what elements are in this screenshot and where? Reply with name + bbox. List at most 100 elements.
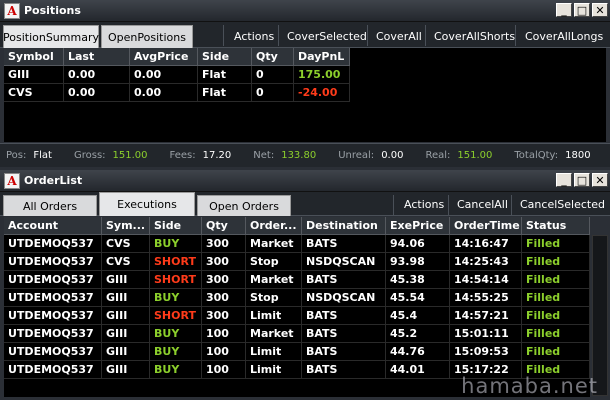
table-row-status[interactable]: Filled bbox=[522, 343, 590, 361]
table-row-side[interactable]: BUY bbox=[150, 343, 202, 361]
table-row-symbol[interactable]: CVS bbox=[4, 84, 64, 102]
cover-selected-button[interactable]: CoverSelected bbox=[287, 25, 367, 47]
close-icon[interactable]: ✕ bbox=[592, 173, 608, 187]
table-row-side[interactable]: SHORT bbox=[150, 271, 202, 289]
tab-all-orders[interactable]: All Orders bbox=[3, 195, 97, 216]
col-qty-header[interactable]: Qty bbox=[202, 217, 246, 235]
minimize-icon[interactable]: _ bbox=[556, 173, 572, 187]
table-row-qty[interactable]: 300 bbox=[202, 289, 246, 307]
table-row-exeprice[interactable]: 44.01 bbox=[386, 361, 450, 379]
table-row-account[interactable]: UTDEMOQ537 bbox=[4, 361, 102, 379]
table-row-exeprice[interactable]: 94.06 bbox=[386, 235, 450, 253]
table-row-ordertime[interactable]: 14:16:47 bbox=[450, 235, 522, 253]
tab-position-summary[interactable]: PositionSummary bbox=[3, 25, 99, 48]
table-row-symbol[interactable]: GIII bbox=[102, 271, 150, 289]
table-row-last[interactable]: 0.00 bbox=[64, 84, 130, 102]
table-row-ordertype[interactable]: Limit bbox=[246, 343, 302, 361]
table-row-side[interactable]: Flat bbox=[198, 66, 252, 84]
table-row-destination[interactable]: BATS bbox=[302, 271, 386, 289]
col-qty-header[interactable]: Qty bbox=[252, 48, 294, 66]
table-row-ordertime[interactable]: 14:55:25 bbox=[450, 289, 522, 307]
table-row-qty[interactable]: 0 bbox=[252, 66, 294, 84]
cover-all-longs-button[interactable]: CoverAllLongs bbox=[525, 25, 603, 47]
table-row-symbol[interactable]: CVS bbox=[102, 235, 150, 253]
table-row-symbol[interactable]: GIII bbox=[102, 361, 150, 379]
table-row-account[interactable]: UTDEMOQ537 bbox=[4, 307, 102, 325]
table-row-account[interactable]: UTDEMOQ537 bbox=[4, 253, 102, 271]
table-row-avgprice[interactable]: 0.00 bbox=[130, 84, 198, 102]
table-row-exeprice[interactable]: 93.98 bbox=[386, 253, 450, 271]
table-row-side[interactable]: BUY bbox=[150, 325, 202, 343]
positions-titlebar[interactable]: A Positions _ □ ✕ bbox=[0, 0, 610, 22]
col-ordertype-header[interactable]: Order... bbox=[246, 217, 302, 235]
table-row-status[interactable]: Filled bbox=[522, 271, 590, 289]
table-row-ordertime[interactable]: 15:01:11 bbox=[450, 325, 522, 343]
maximize-icon[interactable]: □ bbox=[574, 3, 590, 17]
table-row-side[interactable]: Flat bbox=[198, 84, 252, 102]
col-daypnl-header[interactable]: DayPnL bbox=[294, 48, 350, 66]
table-row-account[interactable]: UTDEMOQ537 bbox=[4, 343, 102, 361]
table-row-destination[interactable]: BATS bbox=[302, 343, 386, 361]
table-row-account[interactable]: UTDEMOQ537 bbox=[4, 325, 102, 343]
table-row-ordertime[interactable]: 14:54:14 bbox=[450, 271, 522, 289]
col-status-header[interactable]: Status bbox=[522, 217, 590, 235]
table-row-side[interactable]: SHORT bbox=[150, 253, 202, 271]
table-row-qty[interactable]: 300 bbox=[202, 271, 246, 289]
table-row-side[interactable]: BUY bbox=[150, 361, 202, 379]
table-row-status[interactable]: Filled bbox=[522, 289, 590, 307]
tab-open-orders[interactable]: Open Orders bbox=[197, 195, 291, 216]
cancel-selected-button[interactable]: CancelSelected bbox=[520, 193, 605, 215]
table-row-qty[interactable]: 0 bbox=[252, 84, 294, 102]
cover-all-button[interactable]: CoverAll bbox=[376, 25, 422, 47]
table-row-symbol[interactable]: GIII bbox=[102, 343, 150, 361]
table-row-ordertype[interactable]: Market bbox=[246, 325, 302, 343]
col-side-header[interactable]: Side bbox=[198, 48, 252, 66]
table-row-qty[interactable]: 300 bbox=[202, 253, 246, 271]
orders-scrollbar[interactable] bbox=[592, 235, 608, 396]
close-icon[interactable]: ✕ bbox=[592, 3, 608, 17]
table-row-destination[interactable]: NSDQSCAN bbox=[302, 289, 386, 307]
minimize-icon[interactable]: _ bbox=[556, 3, 572, 17]
table-row-ordertype[interactable]: Limit bbox=[246, 361, 302, 379]
table-row-symbol[interactable]: GIII bbox=[4, 66, 64, 84]
table-row-last[interactable]: 0.00 bbox=[64, 66, 130, 84]
table-row-account[interactable]: UTDEMOQ537 bbox=[4, 271, 102, 289]
table-row-status[interactable]: Filled bbox=[522, 235, 590, 253]
table-row-destination[interactable]: BATS bbox=[302, 235, 386, 253]
table-row-symbol[interactable]: GIII bbox=[102, 289, 150, 307]
col-symbol-header[interactable]: Sym... bbox=[102, 217, 150, 235]
maximize-icon[interactable]: □ bbox=[574, 173, 590, 187]
cover-all-shorts-button[interactable]: CoverAllShorts bbox=[434, 25, 515, 47]
orderlist-titlebar[interactable]: A OrderList _ □ ✕ bbox=[0, 170, 610, 192]
col-symbol-header[interactable]: Symbol bbox=[4, 48, 64, 66]
orders-actions-button[interactable]: Actions bbox=[404, 193, 444, 215]
table-row-daypnl[interactable]: 175.00 bbox=[294, 66, 350, 84]
table-row-ordertype[interactable]: Market bbox=[246, 235, 302, 253]
col-ordertime-header[interactable]: OrderTime bbox=[450, 217, 522, 235]
col-account-header[interactable]: Account bbox=[4, 217, 102, 235]
table-row-exeprice[interactable]: 45.38 bbox=[386, 271, 450, 289]
table-row-qty[interactable]: 300 bbox=[202, 235, 246, 253]
table-row-daypnl[interactable]: -24.00 bbox=[294, 84, 350, 102]
table-row-exeprice[interactable]: 44.76 bbox=[386, 343, 450, 361]
table-row-ordertype[interactable]: Stop bbox=[246, 253, 302, 271]
table-row-exeprice[interactable]: 45.4 bbox=[386, 307, 450, 325]
table-row-exeprice[interactable]: 45.54 bbox=[386, 289, 450, 307]
table-row-status[interactable]: Filled bbox=[522, 307, 590, 325]
col-avgprice-header[interactable]: AvgPrice bbox=[130, 48, 198, 66]
table-row-symbol[interactable]: CVS bbox=[102, 253, 150, 271]
table-row-destination[interactable]: BATS bbox=[302, 361, 386, 379]
table-row-ordertype[interactable]: Market bbox=[246, 271, 302, 289]
col-exeprice-header[interactable]: ExePrice bbox=[386, 217, 450, 235]
col-side-header[interactable]: Side bbox=[150, 217, 202, 235]
table-row-side[interactable]: BUY bbox=[150, 235, 202, 253]
cancel-all-button[interactable]: CancelAll bbox=[457, 193, 508, 215]
table-row-ordertime[interactable]: 14:57:21 bbox=[450, 307, 522, 325]
table-row-symbol[interactable]: GIII bbox=[102, 325, 150, 343]
tab-open-positions[interactable]: OpenPositions bbox=[101, 25, 193, 48]
table-row-qty[interactable]: 100 bbox=[202, 361, 246, 379]
table-row-destination[interactable]: BATS bbox=[302, 325, 386, 343]
table-row-avgprice[interactable]: 0.00 bbox=[130, 66, 198, 84]
table-row-ordertype[interactable]: Stop bbox=[246, 289, 302, 307]
table-row-qty[interactable]: 100 bbox=[202, 343, 246, 361]
